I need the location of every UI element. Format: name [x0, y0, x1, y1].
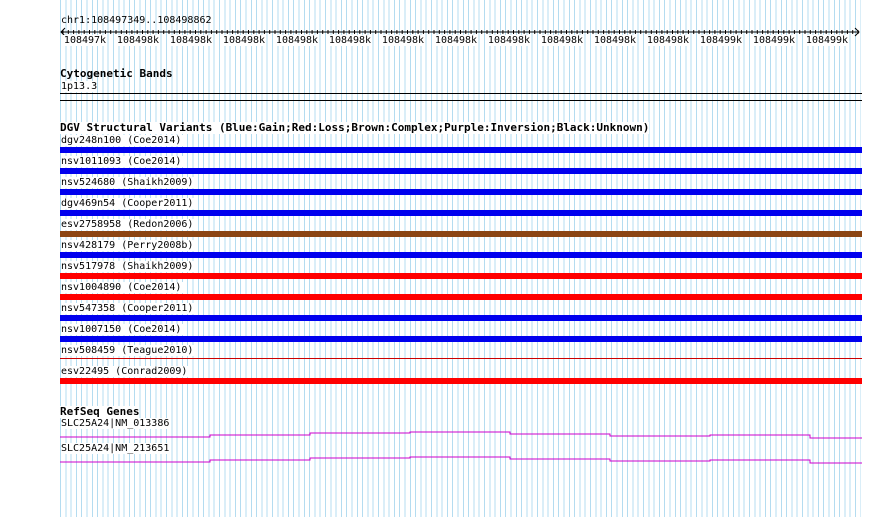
dgv-variant-bar[interactable] — [60, 231, 862, 237]
dgv-variant-label[interactable]: nsv1007150 (Coe2014) — [61, 324, 184, 335]
ruler-tick-label: 108499k — [751, 35, 797, 46]
cytoband-label: 1p13.3 — [61, 81, 98, 92]
ruler-tick-label: 108498k — [221, 35, 267, 46]
dgv-variant-label[interactable]: nsv517978 (Shaikh2009) — [61, 261, 196, 272]
dgv-variant-bar[interactable] — [60, 336, 862, 342]
ruler-tick-labels: 108497k 108498k 108498k 108498k 108498k 10849… — [60, 34, 861, 48]
dgv-variant-label[interactable]: nsv1011093 (Coe2014) — [61, 156, 184, 167]
ruler-tick-label: 108498k — [486, 35, 532, 46]
dgv-variant-bar[interactable] — [60, 252, 862, 258]
ruler-tick-label: 108498k — [380, 35, 426, 46]
dgv-variant-bar[interactable] — [60, 294, 862, 300]
ruler-tick-label: 108499k — [698, 35, 744, 46]
dgv-variant-label[interactable]: nsv1004890 (Coe2014) — [61, 282, 184, 293]
dgv-variant-bar[interactable] — [60, 315, 862, 321]
ruler-tick-label: 108498k — [539, 35, 585, 46]
ruler-tick-label: 108497k — [62, 35, 108, 46]
refseq-track-title: RefSeq Genes — [60, 405, 140, 418]
refseq-gene-model[interactable] — [60, 428, 862, 440]
dgv-variant-label[interactable]: esv22495 (Conrad2009) — [61, 366, 190, 377]
ruler-tick-label: 108498k — [274, 35, 320, 46]
dgv-variant-bar[interactable] — [60, 147, 862, 153]
ruler-tick-label: 108498k — [433, 35, 479, 46]
dgv-variant-label[interactable]: esv2758958 (Redon2006) — [61, 219, 196, 230]
dgv-track-title: DGV Structural Variants (Blue:Gain;Red:L… — [60, 121, 650, 134]
refseq-gene-model[interactable] — [60, 453, 862, 465]
dgv-variant-bar[interactable] — [60, 358, 862, 359]
dgv-variant-label[interactable]: dgv248n100 (Coe2014) — [61, 135, 184, 146]
dgv-variant-bar[interactable] — [60, 168, 862, 174]
refseq-gene-line — [60, 456, 862, 464]
dgv-variant-label[interactable]: nsv428179 (Perry2008b) — [61, 240, 196, 251]
dgv-variant-bar[interactable] — [60, 210, 862, 216]
cytoband-lower-line — [60, 100, 862, 101]
ruler-tick-label: 108499k — [804, 35, 850, 46]
ruler-tick-label: 108498k — [115, 35, 161, 46]
region-label: chr1:108497349..108498862 — [61, 15, 212, 26]
dgv-variant-bar[interactable] — [60, 378, 862, 384]
dgv-variant-bar[interactable] — [60, 189, 862, 195]
cytoband-upper-line — [60, 93, 862, 94]
dgv-variant-label[interactable]: nsv508459 (Teague2010) — [61, 345, 196, 356]
ruler-tick-label: 108498k — [168, 35, 214, 46]
cytoband-track-title: Cytogenetic Bands — [60, 67, 173, 80]
refseq-gene-line — [60, 431, 862, 439]
dgv-variant-label[interactable]: nsv547358 (Cooper2011) — [61, 303, 196, 314]
dgv-variant-bar[interactable] — [60, 273, 862, 279]
ruler-tick-label: 108498k — [592, 35, 638, 46]
dgv-variant-label[interactable]: dgv469n54 (Cooper2011) — [61, 198, 196, 209]
dgv-variant-label[interactable]: nsv524680 (Shaikh2009) — [61, 177, 196, 188]
ruler-tick-label: 108498k — [327, 35, 373, 46]
ruler-tick-label: 108498k — [645, 35, 691, 46]
